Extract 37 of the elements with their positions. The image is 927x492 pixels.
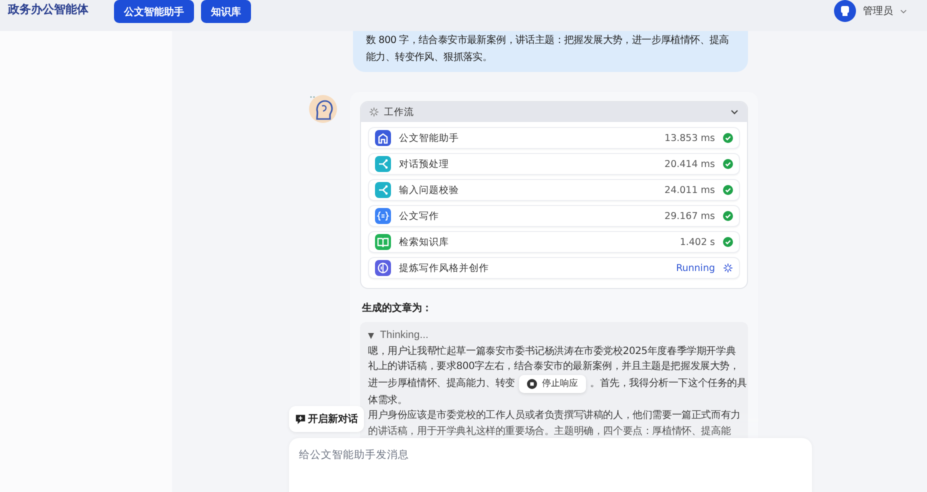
thinking-text: 。首先，我得分析一下这个任务的具 xyxy=(590,376,747,391)
new-chat-button[interactable]: 开启新对话 xyxy=(289,406,364,432)
step-name: 公文智能助手 xyxy=(399,132,459,144)
thinking-text: 体需求。 xyxy=(368,394,408,408)
user-name[interactable]: 管理员 xyxy=(863,4,893,18)
step-duration: 24.011 ms xyxy=(664,184,715,196)
step-duration: 29.167 ms xyxy=(664,210,715,222)
chat-plus-icon xyxy=(295,414,306,424)
answer-heading: 生成的文章为： xyxy=(362,301,433,315)
message-input-field[interactable]: 给公文智能助手发消息 xyxy=(289,438,812,492)
step-duration: 13.853 ms xyxy=(664,132,715,144)
nav-button[interactable]: 公文智能助手 xyxy=(114,0,194,23)
step-name: 输入问题校验 xyxy=(399,184,459,196)
thinking-text: 的讲话稿，用于开学典礼这样的重要场合。主题明确，四个要点：厚植情怀、提高能 xyxy=(368,424,732,438)
step-duration: 20.414 ms xyxy=(664,158,715,170)
thinking-toggle[interactable]: Thinking... xyxy=(368,328,740,344)
workflow-title: 工作流 xyxy=(384,106,414,118)
step-name: 公文写作 xyxy=(399,210,439,222)
stop-icon xyxy=(527,378,538,388)
thinking-text: 进一步厚植情怀、提高能力、转变 xyxy=(368,376,516,391)
user-message: 数 800 字，结合泰安市最新案例，讲话主题：把握发展大势，进一步厚植情怀、提高 能力、转变作风、狠抓落实。 xyxy=(353,31,748,72)
assistant-avatar-icon xyxy=(308,94,338,124)
step-name: 对话预处理 xyxy=(399,158,449,170)
step-name: 检索知识库 xyxy=(399,236,449,248)
step-name: 提炼写作风格并创作 xyxy=(399,262,489,274)
step-status: Running xyxy=(676,262,715,274)
stop-button[interactable]: 停止响应 xyxy=(519,374,586,392)
caret-icon[interactable] xyxy=(900,8,907,14)
nav-button[interactable]: 知识库 xyxy=(201,0,251,23)
thinking-text: 用户身份应该是市委党校的工作人员或者负责撰写讲稿的人，他们需要一篇正式而有力 xyxy=(368,408,740,423)
user-avatar-icon[interactable] xyxy=(834,0,856,22)
thinking-text: 嗯，用户让我帮忙起草一篇泰安市委书记杨洪涛在市委党校2025年度春季学期开学典 xyxy=(368,344,737,358)
app-logo: 政务办公智能体 xyxy=(8,2,90,17)
thinking-text: 礼上的讲话稿，要求800字左右，结合泰安市的最新案例，并且主题是把握发展大势， xyxy=(368,360,740,374)
step-duration: 1.402 s xyxy=(680,236,715,248)
spinner-icon xyxy=(369,107,379,117)
chevron-icon[interactable] xyxy=(730,109,739,115)
